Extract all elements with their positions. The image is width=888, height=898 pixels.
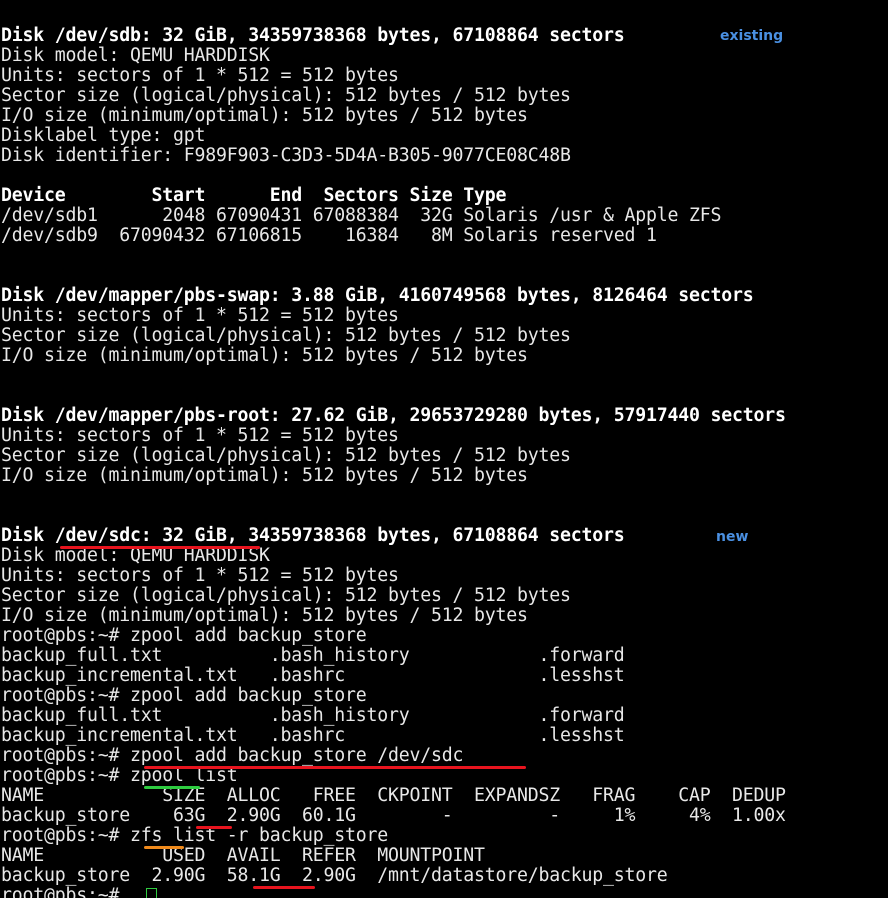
terminal-line: root@pbs:~# zpool add backup_store /dev/… — [1, 745, 464, 766]
terminal-line: backup_full.txt .bash_history .forward — [1, 705, 625, 726]
terminal-line: Sector size (logical/physical): 512 byte… — [1, 325, 571, 346]
terminal-line: Disk model: QEMU HARDDISK — [1, 45, 270, 66]
terminal-line: Disk /dev/mapper/pbs-root: 27.62 GiB, 29… — [1, 405, 786, 426]
terminal-prompt-line: root@pbs:~# — [1, 885, 130, 898]
terminal-line: Disk model: QEMU HARDDISK — [1, 545, 270, 566]
terminal-line: Sector size (logical/physical): 512 byte… — [1, 85, 571, 106]
terminal-line: Disk /dev/mapper/pbs-swap: 3.88 GiB, 416… — [1, 285, 754, 306]
terminal-line: NAME SIZE ALLOC FREE CKPOINT EXPANDSZ FR… — [1, 785, 786, 806]
terminal-line: Units: sectors of 1 * 512 = 512 bytes — [1, 305, 399, 326]
terminal-line: backup_incremental.txt .bashrc .lesshst — [1, 665, 625, 686]
terminal-line: root@pbs:~# zpool add backup_store — [1, 685, 367, 706]
red-underline-add-command — [144, 766, 526, 769]
terminal-line: I/O size (minimum/optimal): 512 bytes / … — [1, 345, 528, 366]
orange-underline-zfs-command — [144, 846, 184, 849]
terminal-line: Units: sectors of 1 * 512 = 512 bytes — [1, 425, 399, 446]
red-underline-pool-size — [196, 826, 232, 829]
terminal-line: NAME USED AVAIL REFER MOUNTPOINT — [1, 845, 485, 866]
terminal-cursor[interactable] — [146, 888, 157, 898]
terminal-line: backup_store 2.90G 58.1G 2.90G /mnt/data… — [1, 865, 668, 886]
terminal-line: root@pbs:~# zfs list -r backup_store — [1, 825, 388, 846]
terminal-line: Sector size (logical/physical): 512 byte… — [1, 445, 571, 466]
terminal-line: Disklabel type: gpt — [1, 125, 206, 146]
terminal-line: backup_store 63G 2.90G 60.1G - - 1% 4% 1… — [1, 805, 786, 826]
terminal-line: Device Start End Sectors Size Type — [1, 185, 507, 206]
terminal-line: /dev/sdb1 2048 67090431 67088384 32G Sol… — [1, 205, 722, 226]
terminal-line: Sector size (logical/physical): 512 byte… — [1, 585, 571, 606]
terminal-line: I/O size (minimum/optimal): 512 bytes / … — [1, 465, 528, 486]
new-disk-label: new — [716, 529, 749, 545]
terminal-line: Units: sectors of 1 * 512 = 512 bytes — [1, 565, 399, 586]
existing-disk-label: existing — [720, 28, 784, 44]
terminal-line: backup_full.txt .bash_history .forward — [1, 645, 625, 666]
red-underline-new-disk — [60, 546, 260, 549]
terminal-line: I/O size (minimum/optimal): 512 bytes / … — [1, 605, 528, 626]
terminal-line: root@pbs:~# zpool add backup_store — [1, 625, 367, 646]
terminal-line: backup_incremental.txt .bashrc .lesshst — [1, 725, 625, 746]
terminal-window[interactable]: Disk /dev/sdb: 32 GiB, 34359738368 bytes… — [0, 0, 888, 898]
terminal-line: I/O size (minimum/optimal): 512 bytes / … — [1, 105, 528, 126]
terminal-line: root@pbs:~# zpool list — [1, 765, 238, 786]
terminal-line: Disk /dev/sdb: 32 GiB, 34359738368 bytes… — [1, 25, 625, 46]
red-underline-avail-size — [253, 886, 315, 889]
terminal-line: Units: sectors of 1 * 512 = 512 bytes — [1, 65, 399, 86]
terminal-line: Disk /dev/sdc: 32 GiB, 34359738368 bytes… — [1, 525, 625, 546]
green-underline-zpool-command — [144, 786, 200, 789]
terminal-line: /dev/sdb9 67090432 67106815 16384 8M Sol… — [1, 225, 657, 246]
terminal-line: Disk identifier: F989F903-C3D3-5D4A-B305… — [1, 145, 571, 166]
